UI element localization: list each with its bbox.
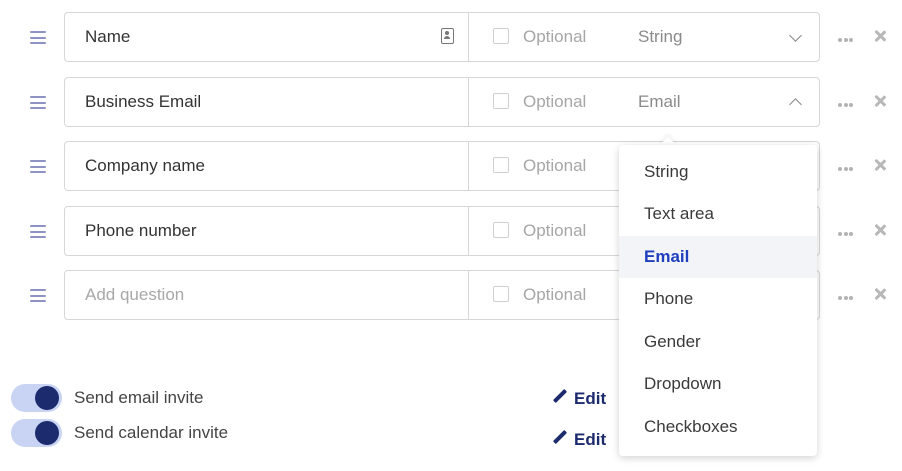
- send-calendar-invite-label: Send calendar invite: [74, 423, 229, 442]
- optional-checkbox[interactable]: [493, 93, 509, 109]
- divider: [468, 271, 469, 319]
- send-calendar-invite-toggle[interactable]: [11, 419, 62, 447]
- optional-label: Optional: [523, 27, 587, 46]
- divider: [468, 13, 469, 61]
- add-question-input[interactable]: Add question: [85, 271, 184, 319]
- dropdown-option-email[interactable]: Email: [619, 236, 817, 278]
- edit-calendar-invite-button[interactable]: Edit: [552, 426, 606, 454]
- dropdown-option-string[interactable]: String: [619, 151, 817, 193]
- edit-label: Edit: [574, 430, 607, 449]
- question-row: Business Email Optional Email: [0, 77, 902, 127]
- optional-label: Optional: [523, 92, 587, 111]
- drag-handle-icon[interactable]: [30, 160, 46, 173]
- drag-handle-icon[interactable]: [30, 96, 46, 109]
- pencil-icon: [552, 430, 568, 446]
- optional-label: Optional: [523, 221, 587, 240]
- drag-handle-icon[interactable]: [30, 31, 46, 44]
- toggle-knob: [35, 421, 59, 445]
- optional-checkbox[interactable]: [493, 286, 509, 302]
- dropdown-option-dropdown[interactable]: Dropdown: [619, 363, 817, 405]
- send-email-invite-toggle[interactable]: [11, 384, 62, 412]
- edit-email-invite-button[interactable]: Edit: [552, 385, 606, 413]
- more-options-icon[interactable]: [838, 30, 855, 42]
- dropdown-option-gender[interactable]: Gender: [619, 321, 817, 363]
- type-select[interactable]: Email: [638, 78, 681, 126]
- delete-question-icon[interactable]: [873, 94, 887, 108]
- delete-question-icon[interactable]: [873, 287, 887, 301]
- chevron-up-icon[interactable]: [789, 98, 802, 111]
- drag-handle-icon[interactable]: [30, 225, 46, 238]
- pencil-icon: [552, 389, 568, 405]
- type-select[interactable]: String: [638, 13, 682, 61]
- question-input[interactable]: Phone number: [85, 207, 197, 255]
- divider: [468, 78, 469, 126]
- dropdown-option-text-area[interactable]: Text area: [619, 193, 817, 235]
- delete-question-icon[interactable]: [873, 29, 887, 43]
- chevron-down-icon[interactable]: [789, 29, 802, 42]
- delete-question-icon[interactable]: [873, 158, 887, 172]
- delete-question-icon[interactable]: [873, 223, 887, 237]
- send-email-invite-label: Send email invite: [74, 388, 204, 407]
- type-dropdown-menu: String Text area Email Phone Gender Drop…: [619, 145, 817, 456]
- more-options-icon[interactable]: [838, 224, 855, 236]
- more-options-icon[interactable]: [838, 95, 855, 107]
- toggle-knob: [35, 386, 59, 410]
- dropdown-option-phone[interactable]: Phone: [619, 278, 817, 320]
- edit-label: Edit: [574, 389, 607, 408]
- more-options-icon[interactable]: [838, 159, 855, 171]
- dropdown-option-checkboxes[interactable]: Checkboxes: [619, 406, 817, 448]
- optional-label: Optional: [523, 156, 587, 175]
- question-field: Name Optional String: [64, 12, 820, 62]
- more-options-icon[interactable]: [838, 288, 855, 300]
- optional-checkbox[interactable]: [493, 157, 509, 173]
- question-input[interactable]: Name: [85, 13, 130, 61]
- drag-handle-icon[interactable]: [30, 289, 46, 302]
- contact-card-icon[interactable]: [441, 28, 454, 44]
- optional-checkbox[interactable]: [493, 28, 509, 44]
- question-field: Business Email Optional Email: [64, 77, 820, 127]
- divider: [468, 207, 469, 255]
- question-row: Name Optional String: [0, 12, 902, 62]
- divider: [468, 142, 469, 190]
- question-input[interactable]: Company name: [85, 142, 205, 190]
- optional-label: Optional: [523, 285, 587, 304]
- question-input[interactable]: Business Email: [85, 78, 201, 126]
- optional-checkbox[interactable]: [493, 222, 509, 238]
